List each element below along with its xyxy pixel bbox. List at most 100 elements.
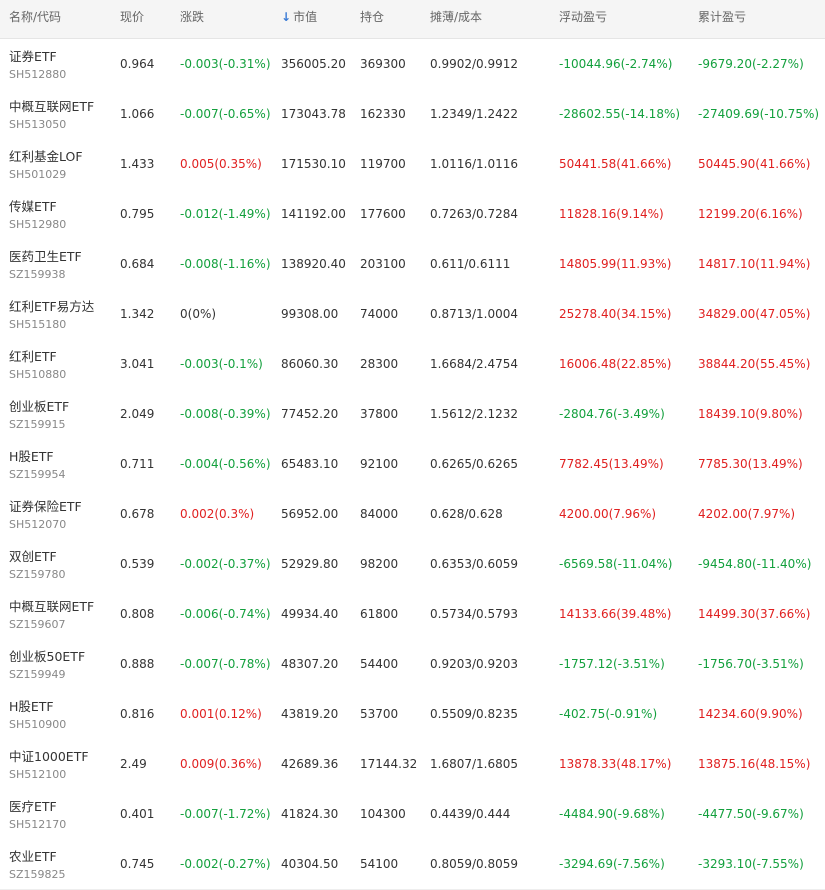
change-cell: -0.003(-0.1%) [180, 357, 263, 371]
table-row[interactable]: 中证1000ETF SH512100 2.49 0.009(0.36%) 42689.3… [0, 739, 825, 790]
table-row[interactable]: H股ETF SH510900 0.816 0.001(0.12%) 43819.20 53… [0, 689, 825, 740]
table-row[interactable]: 创业板50ETF SZ159949 0.888 -0.007(-0.78%) 48307… [0, 639, 825, 690]
cost-cell: 0.611/0.6111 [430, 257, 511, 271]
market-value-cell: 138920.40 [281, 257, 346, 271]
cost-cell: 0.7263/0.7284 [430, 207, 519, 221]
header-price[interactable]: 现价 [120, 0, 144, 34]
float-pl-cell: 13878.33(48.17%) [559, 757, 672, 771]
float-pl-cell: 50441.58(41.66%) [559, 157, 672, 171]
position-cell: 203100 [360, 257, 406, 271]
change-cell: -0.002(-0.27%) [180, 857, 271, 871]
market-value-cell: 42689.36 [281, 757, 339, 771]
table-row[interactable]: 证券ETF SH512880 0.964 -0.003(-0.31%) 356005.2… [0, 39, 825, 90]
position-cell: 98200 [360, 557, 399, 571]
total-pl-cell: -9454.80(-11.40%) [698, 557, 812, 571]
table-row[interactable]: 双创ETF SZ159780 0.539 -0.002(-0.37%) 52929.80… [0, 539, 825, 590]
table-row[interactable]: H股ETF SZ159954 0.711 -0.004(-0.56%) 65483.10… [0, 439, 825, 490]
change-cell: 0.009(0.36%) [180, 757, 262, 771]
position-cell: 37800 [360, 407, 399, 421]
total-pl-cell: -9679.20(-2.27%) [698, 57, 804, 71]
total-pl-cell: 7785.30(13.49%) [698, 457, 803, 471]
stock-code: SH510900 [9, 718, 67, 731]
market-value-cell: 48307.20 [281, 657, 339, 671]
cost-cell: 1.5612/2.1232 [430, 407, 519, 421]
stock-name: 创业板50ETF [9, 649, 86, 664]
stock-code: SH515180 [9, 318, 67, 331]
header-name-code[interactable]: 名称/代码 [9, 0, 61, 34]
market-value-cell: 65483.10 [281, 457, 339, 471]
float-pl-cell: 25278.40(34.15%) [559, 307, 672, 321]
table-row[interactable]: 红利ETF易方达 SH515180 1.342 0(0%) 99308.00 74000 0… [0, 289, 825, 340]
total-pl-cell: 4202.00(7.97%) [698, 507, 796, 521]
float-pl-cell: 14805.99(11.93%) [559, 257, 672, 271]
change-cell: -0.004(-0.56%) [180, 457, 271, 471]
table-row[interactable]: 红利基金LOF SH501029 1.433 0.005(0.35%) 171530.1… [0, 139, 825, 190]
cost-cell: 0.5734/0.5793 [430, 607, 519, 621]
stock-name: 创业板ETF [9, 399, 70, 414]
price-cell: 0.795 [120, 207, 155, 221]
cost-cell: 0.9203/0.9203 [430, 657, 519, 671]
table-row[interactable]: 农业ETF SZ159825 0.745 -0.002(-0.27%) 40304.50… [0, 839, 825, 890]
float-pl-cell: 16006.48(22.85%) [559, 357, 672, 371]
market-value-cell: 171530.10 [281, 157, 346, 171]
float-pl-cell: -1757.12(-3.51%) [559, 657, 665, 671]
position-cell: 162330 [360, 107, 406, 121]
header-position[interactable]: 持仓 [360, 0, 384, 34]
table-row[interactable]: 传媒ETF SH512980 0.795 -0.012(-1.49%) 141192.0… [0, 189, 825, 240]
price-cell: 3.041 [120, 357, 155, 371]
change-cell: 0.005(0.35%) [180, 157, 262, 171]
position-cell: 84000 [360, 507, 399, 521]
stock-name: 证券保险ETF [9, 499, 82, 514]
table-row[interactable]: 中概互联网ETF SZ159607 0.808 -0.006(-0.74%) 49934… [0, 589, 825, 640]
market-value-cell: 173043.78 [281, 107, 346, 121]
table-row[interactable]: 医疗ETF SH512170 0.401 -0.007(-1.72%) 41824.30… [0, 789, 825, 840]
total-pl-cell: 18439.10(9.80%) [698, 407, 803, 421]
stock-name: 证券ETF [9, 49, 57, 64]
table-row[interactable]: 创业板ETF SZ159915 2.049 -0.008(-0.39%) 77452.2… [0, 389, 825, 440]
change-cell: -0.007(-1.72%) [180, 807, 271, 821]
total-pl-cell: 14234.60(9.90%) [698, 707, 803, 721]
position-cell: 17144.32 [360, 757, 418, 771]
change-cell: -0.006(-0.74%) [180, 607, 271, 621]
table-row[interactable]: 中概互联网ETF SH513050 1.066 -0.007(-0.65%) 17304… [0, 89, 825, 140]
market-value-cell: 43819.20 [281, 707, 339, 721]
header-market-value[interactable]: ↓ 市值 [281, 0, 317, 34]
stock-name: H股ETF [9, 449, 54, 464]
float-pl-cell: -3294.69(-7.56%) [559, 857, 665, 871]
price-cell: 2.049 [120, 407, 155, 421]
change-cell: -0.002(-0.37%) [180, 557, 271, 571]
cost-cell: 0.8059/0.8059 [430, 857, 519, 871]
cost-cell: 1.6684/2.4754 [430, 357, 519, 371]
market-value-cell: 40304.50 [281, 857, 339, 871]
header-float-pl[interactable]: 浮动盈亏 [559, 0, 607, 34]
stock-code: SZ159607 [9, 618, 66, 631]
change-cell: 0.002(0.3%) [180, 507, 255, 521]
float-pl-cell: -4484.90(-9.68%) [559, 807, 665, 821]
float-pl-cell: -2804.76(-3.49%) [559, 407, 665, 421]
stock-name: 红利ETF [9, 349, 57, 364]
header-total-pl[interactable]: 累计盈亏 [698, 0, 746, 34]
change-cell: -0.008(-1.16%) [180, 257, 271, 271]
stock-name: 医药卫生ETF [9, 249, 82, 264]
header-cost[interactable]: 摊薄/成本 [430, 0, 482, 34]
price-cell: 0.711 [120, 457, 155, 471]
stock-name: 中概互联网ETF [9, 599, 95, 614]
change-cell: -0.003(-0.31%) [180, 57, 271, 71]
price-cell: 0.539 [120, 557, 155, 571]
table-row[interactable]: 红利ETF SH510880 3.041 -0.003(-0.1%) 86060.30 2… [0, 339, 825, 390]
total-pl-cell: 50445.90(41.66%) [698, 157, 811, 171]
position-cell: 92100 [360, 457, 399, 471]
stock-code: SH501029 [9, 168, 67, 181]
market-value-cell: 99308.00 [281, 307, 339, 321]
stock-code: SH512100 [9, 768, 67, 781]
stock-name: 中证1000ETF [9, 749, 89, 764]
table-row[interactable]: 医药卫生ETF SZ159938 0.684 -0.008(-1.16%) 138920… [0, 239, 825, 290]
header-change[interactable]: 涨跌 [180, 0, 204, 34]
change-cell: -0.007(-0.65%) [180, 107, 271, 121]
change-cell: 0(0%) [180, 307, 217, 321]
stock-code: SH512980 [9, 218, 67, 231]
stock-code: SZ159825 [9, 868, 66, 881]
stock-name: 传媒ETF [9, 199, 57, 214]
table-row[interactable]: 证券保险ETF SH512070 0.678 0.002(0.3%) 56952.00 8… [0, 489, 825, 540]
total-pl-cell: -1756.70(-3.51%) [698, 657, 804, 671]
